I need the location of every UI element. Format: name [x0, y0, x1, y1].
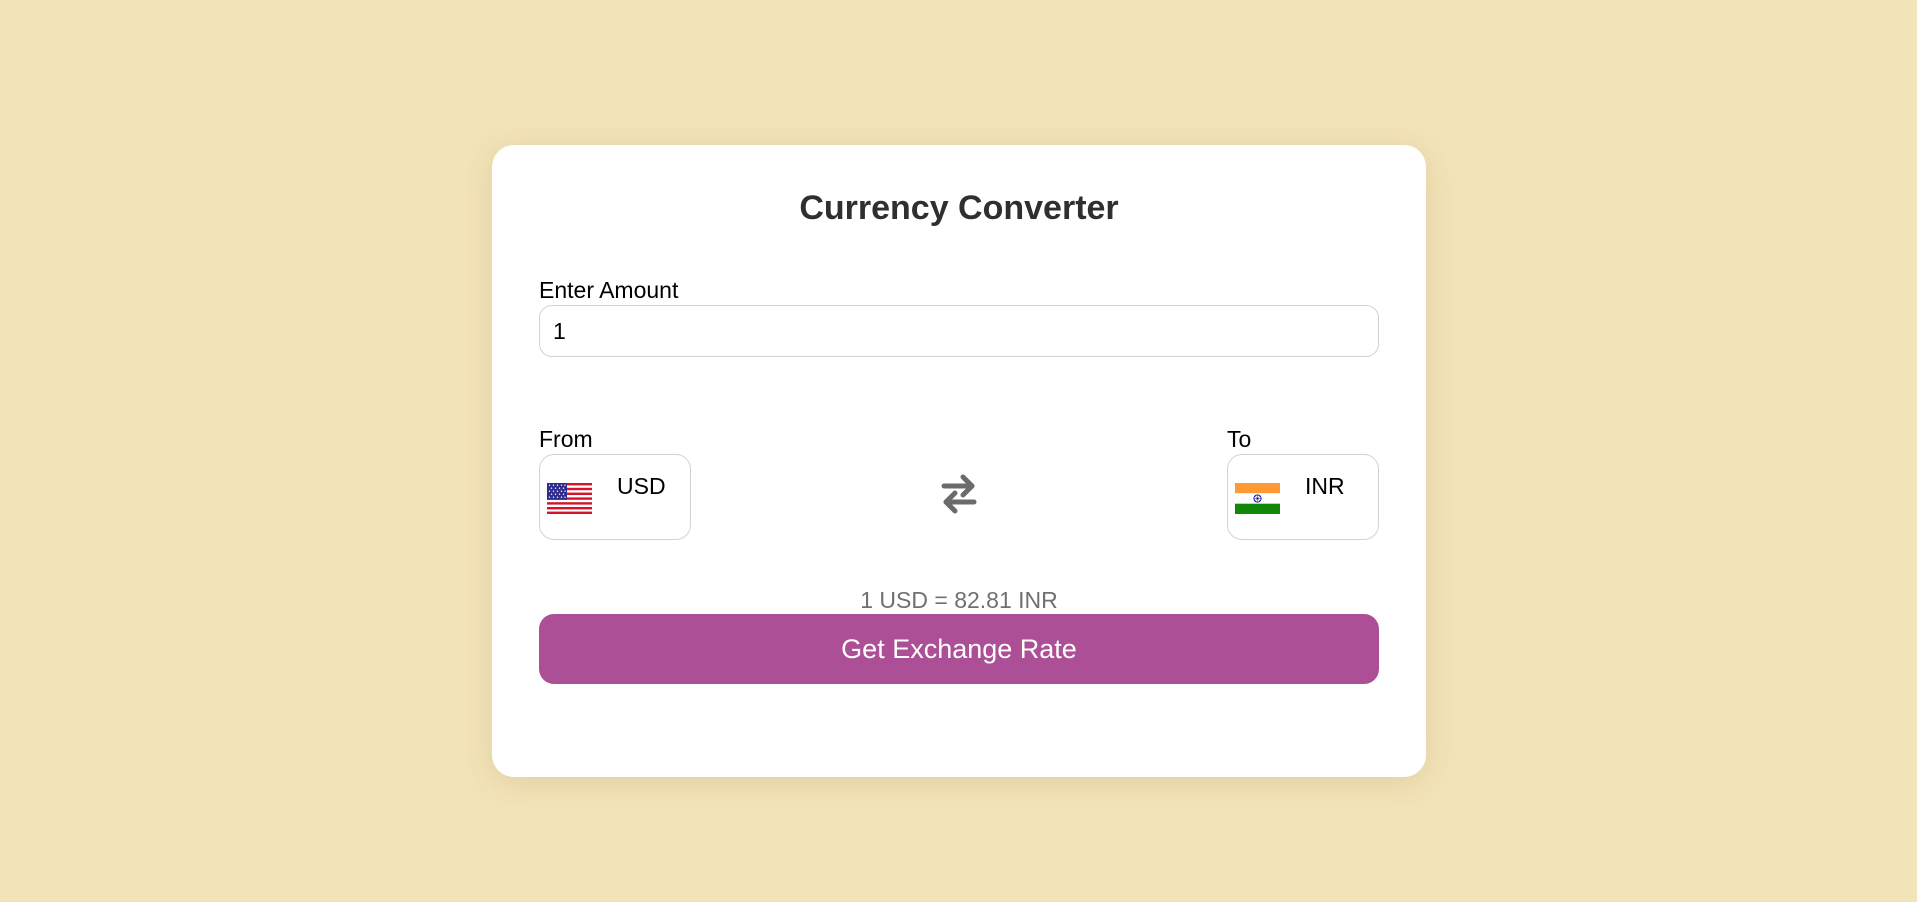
swap-arrows-icon[interactable]	[939, 471, 979, 517]
to-currency-select[interactable]: INR	[1227, 454, 1379, 540]
from-currency-code: USD	[617, 473, 666, 499]
amount-input[interactable]	[539, 305, 1379, 357]
to-label: To	[1227, 426, 1252, 452]
converter-card: Currency Converter Enter Amount From USD	[492, 145, 1426, 777]
page-title: Currency Converter	[799, 189, 1119, 227]
india-flag-icon	[1235, 483, 1280, 514]
to-currency-code: INR	[1305, 473, 1345, 499]
exchange-rate-result: 1 USD = 82.81 INR	[860, 587, 1058, 613]
us-flag-icon	[547, 483, 592, 514]
get-exchange-rate-button[interactable]: Get Exchange Rate	[539, 614, 1379, 684]
amount-label: Enter Amount	[539, 277, 679, 303]
from-currency-select[interactable]: USD	[539, 454, 691, 540]
from-label: From	[539, 426, 593, 452]
